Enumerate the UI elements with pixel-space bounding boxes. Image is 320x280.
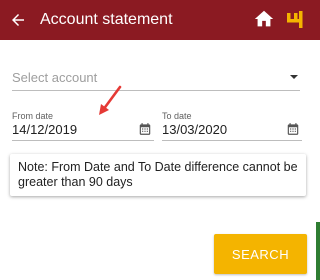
note-card: Note: From Date and To Date difference c… <box>10 154 306 196</box>
from-date-label: From date <box>12 111 54 121</box>
back-button[interactable] <box>6 8 30 32</box>
to-date-value: 13/03/2020 <box>162 122 228 137</box>
from-date-value: 14/12/2019 <box>12 122 78 137</box>
dropdown-caret-icon <box>290 75 298 79</box>
calendar-icon[interactable] <box>138 122 152 136</box>
edge-strip <box>316 222 320 280</box>
to-date-field[interactable]: To date 13/03/2020 <box>162 108 302 141</box>
pnb-logo <box>284 8 306 30</box>
search-button[interactable]: SEARCH <box>214 234 307 274</box>
account-select[interactable]: Select account <box>12 62 300 91</box>
to-date-label: To date <box>162 111 192 121</box>
app-bar: Account statement <box>0 0 320 40</box>
account-select-placeholder: Select account <box>12 70 98 85</box>
pnb-logo-icon <box>287 11 303 28</box>
home-button[interactable] <box>253 8 275 30</box>
page-title: Account statement <box>40 11 173 28</box>
from-date-field[interactable]: From date 14/12/2019 <box>12 108 154 141</box>
arrow-left-icon <box>12 14 24 26</box>
note-text: Note: From Date and To Date difference c… <box>18 160 298 189</box>
calendar-icon[interactable] <box>286 122 300 136</box>
home-icon <box>254 10 274 27</box>
